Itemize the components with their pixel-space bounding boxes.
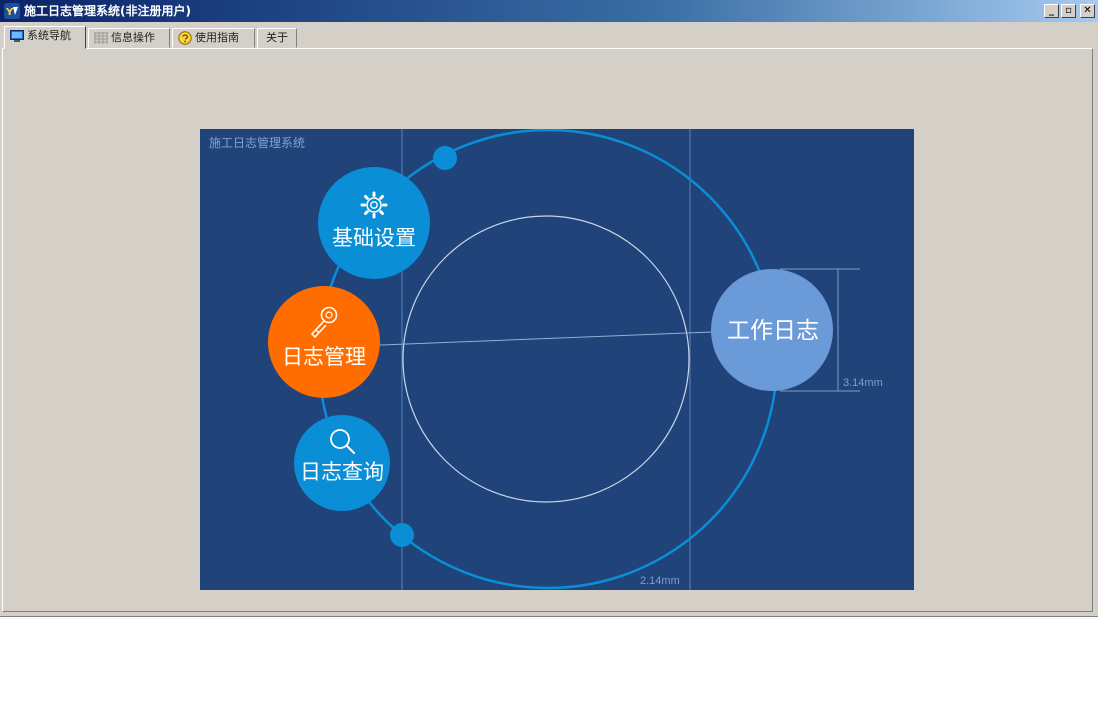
tab-user-guide[interactable]: 使用指南	[172, 28, 255, 48]
tab-system-navigation[interactable]: 系统导航	[4, 26, 86, 49]
main-button-label: 工作日志	[727, 318, 819, 344]
guide-icon	[178, 31, 192, 45]
ring-dot-top	[433, 146, 457, 170]
restore-button[interactable]: ▫	[1061, 4, 1076, 18]
tab-label: 使用指南	[195, 31, 239, 44]
tab-label: 信息操作	[111, 31, 155, 44]
tab-label: 关于	[266, 31, 288, 44]
dim-label-vertical: 3.14mm	[843, 377, 883, 389]
tab-info-operation[interactable]: 信息操作	[88, 28, 170, 48]
log-query-button[interactable]: 日志查询	[294, 415, 390, 511]
menu-label: 基础设置	[332, 226, 416, 250]
title-bar[interactable]: Y 施工日志管理系统(非注册用户) _ ▫ ✕	[0, 0, 1098, 22]
svg-text:Y: Y	[5, 7, 14, 18]
ring-dot-bottom	[390, 523, 414, 547]
minimize-button[interactable]: _	[1044, 4, 1059, 18]
window-title: 施工日志管理系统(非注册用户)	[24, 4, 191, 18]
menu-label: 日志查询	[300, 460, 384, 484]
log-management-button[interactable]: 日志管理	[268, 286, 380, 398]
basic-settings-button[interactable]: 基础设置	[318, 167, 430, 279]
close-button[interactable]: ✕	[1080, 4, 1095, 18]
navigation-diagram: 3.14mm 2.14mm 施工日志管理系统 基础设置 日志管理 日志查询 工作…	[209, 129, 883, 590]
inner-circle	[402, 215, 690, 503]
tab-label: 系统导航	[27, 29, 71, 42]
dim-label-horizontal: 2.14mm	[640, 575, 680, 587]
monitor-icon	[10, 30, 24, 42]
connector-line	[379, 331, 713, 346]
navigation-panel: 3.14mm 2.14mm 施工日志管理系统 基础设置 日志管理 日志查询 工作…	[200, 129, 914, 590]
menu-label: 日志管理	[282, 345, 366, 369]
work-log-button[interactable]: 工作日志	[711, 269, 833, 391]
app-window: Y 施工日志管理系统(非注册用户) _ ▫ ✕ 系统导航 信息操作 使用指南 关…	[0, 0, 1098, 617]
panel-title: 施工日志管理系统	[209, 135, 305, 150]
tab-about[interactable]: 关于	[257, 28, 297, 48]
grid-icon	[94, 32, 108, 44]
app-logo-icon: Y	[4, 3, 20, 19]
